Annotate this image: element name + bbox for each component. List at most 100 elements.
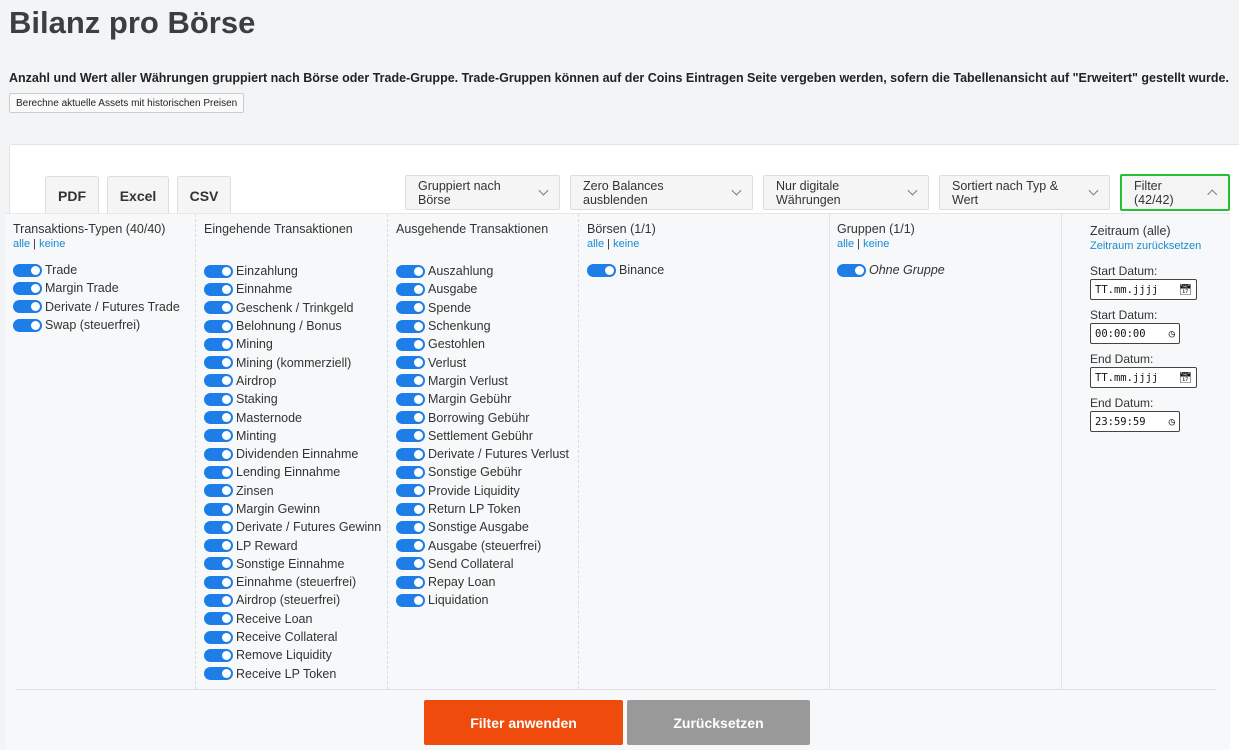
filter-dropdown[interactable]: Filter (42/42) <box>1120 174 1230 211</box>
toggle-switch[interactable] <box>396 447 425 461</box>
toggle-switch[interactable] <box>396 319 425 333</box>
toggle-switch[interactable] <box>396 374 425 388</box>
export-csv-button[interactable]: CSV <box>177 176 231 214</box>
filter-option[interactable]: Schenkung <box>396 317 578 335</box>
digital-currencies-dropdown[interactable]: Nur digitale Währungen <box>763 175 929 210</box>
filter-option[interactable]: Lending Einnahme <box>204 463 387 481</box>
toggle-switch[interactable] <box>204 282 233 296</box>
filter-option[interactable]: Borrowing Gebühr <box>396 408 578 426</box>
filter-option[interactable]: Belohnung / Bonus <box>204 317 387 335</box>
filter-option[interactable]: Settlement Gebühr <box>396 427 578 445</box>
group-by-dropdown[interactable]: Gruppiert nach Börse <box>405 175 560 210</box>
filter-option[interactable]: Gestohlen <box>396 335 578 353</box>
filter-option[interactable]: Ausgabe <box>396 280 578 298</box>
toggle-switch[interactable] <box>396 356 425 370</box>
export-pdf-button[interactable]: PDF <box>45 176 99 214</box>
toggle-switch[interactable] <box>204 374 233 388</box>
toggle-switch[interactable] <box>204 593 233 607</box>
toggle-switch[interactable] <box>396 465 425 479</box>
filter-option[interactable]: Ohne Gruppe <box>837 261 1061 279</box>
sort-dropdown[interactable]: Sortiert nach Typ & Wert <box>939 175 1110 210</box>
toggle-switch[interactable] <box>204 447 233 461</box>
filter-option[interactable]: Margin Gebühr <box>396 390 578 408</box>
filter-option[interactable]: Provide Liquidity <box>396 482 578 500</box>
toggle-switch[interactable] <box>837 263 866 277</box>
select-all-link[interactable]: alle <box>13 238 30 250</box>
apply-filter-button[interactable]: Filter anwenden <box>424 700 623 745</box>
toggle-switch[interactable] <box>396 593 425 607</box>
filter-option[interactable]: Mining (kommerziell) <box>204 353 387 371</box>
filter-option[interactable]: Einnahme (steuerfrei) <box>204 573 387 591</box>
filter-option[interactable]: Auszahlung <box>396 262 578 280</box>
filter-option[interactable]: Remove Liquidity <box>204 646 387 664</box>
filter-option[interactable]: Zinsen <box>204 482 387 500</box>
zero-balances-dropdown[interactable]: Zero Balances ausblenden <box>570 175 753 210</box>
filter-option[interactable]: Airdrop (steuerfrei) <box>204 591 387 609</box>
reset-filter-button[interactable]: Zurücksetzen <box>627 700 810 745</box>
calendar-icon[interactable]: 📅︎ <box>1179 371 1192 384</box>
toggle-switch[interactable] <box>587 263 616 277</box>
filter-option[interactable]: Verlust <box>396 353 578 371</box>
toggle-switch[interactable] <box>204 648 233 662</box>
filter-option[interactable]: Receive Collateral <box>204 628 387 646</box>
toggle-switch[interactable] <box>204 356 233 370</box>
toggle-switch[interactable] <box>204 465 233 479</box>
select-none-link[interactable]: keine <box>613 238 639 250</box>
toggle-switch[interactable] <box>204 411 233 425</box>
toggle-switch[interactable] <box>396 337 425 351</box>
select-all-link[interactable]: alle <box>587 238 604 250</box>
toggle-switch[interactable] <box>13 300 42 314</box>
filter-option[interactable]: Derivate / Futures Verlust <box>396 445 578 463</box>
clock-icon[interactable]: ◷ <box>1169 328 1175 340</box>
toggle-switch[interactable] <box>204 319 233 333</box>
filter-option[interactable]: Mining <box>204 335 387 353</box>
filter-option[interactable]: Dividenden Einnahme <box>204 445 387 463</box>
start-date-input[interactable]: TT.mm.jjjj 📅︎ <box>1090 279 1197 300</box>
toggle-switch[interactable] <box>396 520 425 534</box>
filter-option[interactable]: Masternode <box>204 408 387 426</box>
select-none-link[interactable]: keine <box>863 238 889 250</box>
filter-option[interactable]: Margin Gewinn <box>204 500 387 518</box>
filter-option[interactable]: Derivate / Futures Trade <box>13 298 195 316</box>
toggle-switch[interactable] <box>396 539 425 553</box>
toggle-switch[interactable] <box>396 502 425 516</box>
filter-option[interactable]: Sonstige Ausgabe <box>396 518 578 536</box>
toggle-switch[interactable] <box>204 557 233 571</box>
toggle-switch[interactable] <box>204 575 233 589</box>
filter-option[interactable]: Sonstige Gebühr <box>396 463 578 481</box>
clock-icon[interactable]: ◷ <box>1169 416 1175 428</box>
toggle-switch[interactable] <box>204 429 233 443</box>
toggle-switch[interactable] <box>396 429 425 443</box>
filter-option[interactable]: Trade <box>13 261 195 279</box>
toggle-switch[interactable] <box>396 575 425 589</box>
filter-option[interactable]: Liquidation <box>396 591 578 609</box>
select-all-link[interactable]: alle <box>837 238 854 250</box>
toggle-switch[interactable] <box>13 318 42 332</box>
select-none-link[interactable]: keine <box>39 238 65 250</box>
filter-option[interactable]: Minting <box>204 427 387 445</box>
toggle-switch[interactable] <box>204 484 233 498</box>
toggle-switch[interactable] <box>396 484 425 498</box>
filter-option[interactable]: Receive Loan <box>204 610 387 628</box>
toggle-switch[interactable] <box>396 392 425 406</box>
toggle-switch[interactable] <box>204 502 233 516</box>
calendar-icon[interactable]: 📅︎ <box>1179 283 1192 296</box>
filter-option[interactable]: Receive LP Token <box>204 665 387 683</box>
toggle-switch[interactable] <box>396 282 425 296</box>
toggle-switch[interactable] <box>396 411 425 425</box>
toggle-switch[interactable] <box>204 264 233 278</box>
toggle-switch[interactable] <box>13 281 42 295</box>
toggle-switch[interactable] <box>13 263 42 277</box>
filter-option[interactable]: Binance <box>587 261 829 279</box>
filter-option[interactable]: Repay Loan <box>396 573 578 591</box>
end-date-input[interactable]: TT.mm.jjjj 📅︎ <box>1090 367 1197 388</box>
toggle-switch[interactable] <box>204 520 233 534</box>
filter-option[interactable]: Einnahme <box>204 280 387 298</box>
filter-option[interactable]: LP Reward <box>204 536 387 554</box>
toggle-switch[interactable] <box>396 301 425 315</box>
toggle-switch[interactable] <box>396 264 425 278</box>
zeitraum-reset-link[interactable]: Zeitraum zurücksetzen <box>1090 240 1230 252</box>
filter-option[interactable]: Return LP Token <box>396 500 578 518</box>
export-excel-button[interactable]: Excel <box>107 176 169 214</box>
toggle-switch[interactable] <box>204 301 233 315</box>
